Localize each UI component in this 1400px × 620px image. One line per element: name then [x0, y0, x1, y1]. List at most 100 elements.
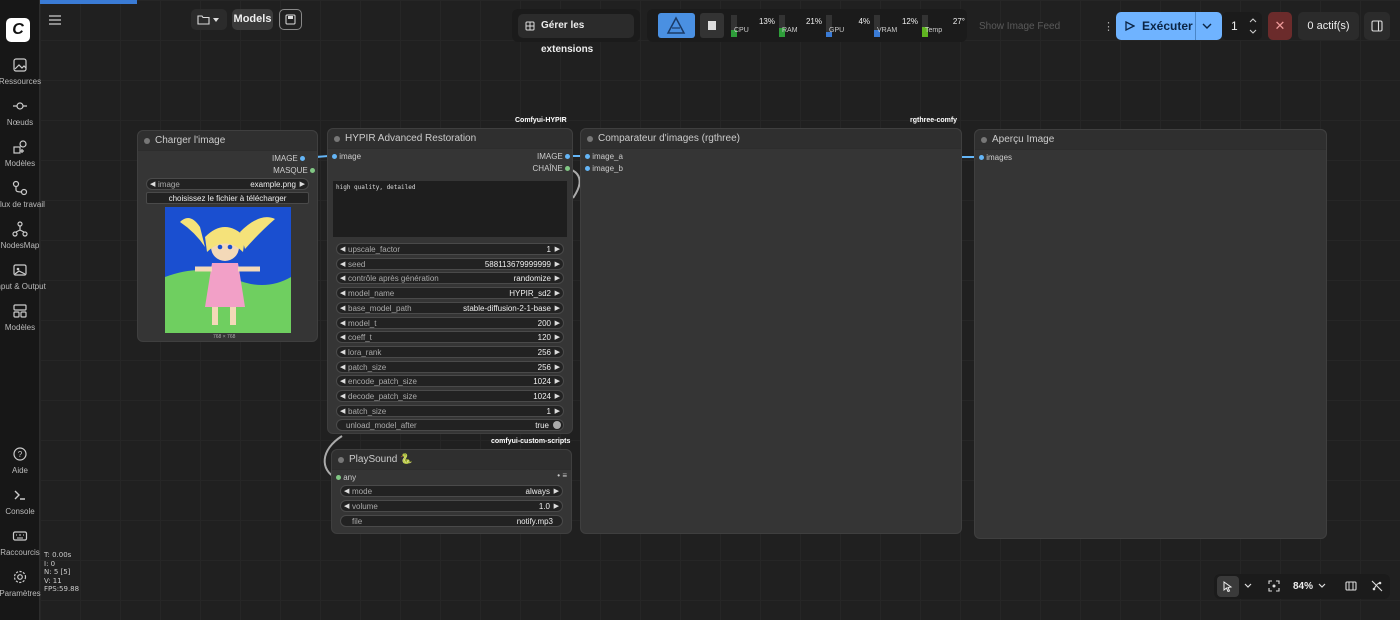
widget-value: 256 [537, 347, 551, 357]
arrow-right-icon[interactable]: ▶ [555, 273, 560, 284]
prompt-textarea[interactable]: high quality, detailed [333, 181, 567, 237]
stat-nodes: N: 5 [5] [44, 568, 71, 576]
arrow-right-icon[interactable]: ▶ [555, 376, 560, 387]
arrow-left-icon[interactable]: ◀ [340, 273, 345, 284]
stat-time: T: 0.00s [44, 551, 72, 559]
playsound-node[interactable]: PlaySound 🐍 any • ≡ ◀ mode always ▶ ◀ vo… [331, 449, 572, 534]
node-title[interactable]: Aperçu Image [975, 130, 1326, 150]
hypir-widget-model-t[interactable]: ◀ model_t 200 ▶ [336, 316, 564, 329]
arrow-right-icon[interactable]: ▶ [555, 259, 560, 270]
arrow-left-icon[interactable]: ◀ [340, 318, 345, 329]
load-image-node[interactable]: Charger l'image IMAGE MASQUE ◀ image exa… [137, 130, 318, 342]
arrow-right-icon[interactable]: ▶ [555, 318, 560, 329]
mode-widget[interactable]: ◀ mode always ▶ [340, 485, 563, 497]
arrow-left-icon[interactable]: ◀ [340, 288, 345, 299]
arrow-left-icon[interactable]: ◀ [340, 362, 345, 373]
hypir-widget-patch-size[interactable]: ◀ patch_size 256 ▶ [336, 360, 564, 373]
arrow-left-icon[interactable]: ◀ [340, 259, 345, 270]
widget-key: volume [352, 502, 378, 511]
arrow-right-icon[interactable]: ▶ [555, 362, 560, 373]
port-label: IMAGE [536, 152, 563, 161]
hypir-widget-contr-le-apr-s-g-n-ration[interactable]: ◀ contrôle après génération randomize ▶ [336, 272, 564, 285]
chevron-down-icon[interactable] [1318, 583, 1326, 589]
input-image-b-port[interactable]: image_b [585, 164, 623, 173]
output-image-port[interactable]: IMAGE [272, 154, 305, 163]
arrow-left-icon[interactable]: ◀ [344, 501, 349, 512]
preview-image-node[interactable]: Aperçu Image images [974, 129, 1327, 539]
arrow-left-icon[interactable]: ◀ [340, 303, 345, 314]
hypir-restoration-node[interactable]: HYPIR Advanced Restoration image IMAGE C… [327, 128, 573, 434]
widget-value: example.png [250, 180, 296, 189]
zoom-level[interactable]: 84% [1293, 581, 1313, 592]
node-title[interactable]: PlaySound 🐍 [332, 450, 571, 470]
minimap-icon[interactable] [1345, 580, 1357, 592]
arrow-right-icon[interactable]: ▶ [555, 332, 560, 343]
port-dot[interactable] [565, 154, 570, 160]
hypir-widget-base-model-path[interactable]: ◀ base_model_path stable-diffusion-2-1-bas… [336, 301, 564, 314]
node-title[interactable]: Comparateur d'images (rgthree) [581, 129, 961, 149]
hypir-widget-lora-rank[interactable]: ◀ lora_rank 256 ▶ [336, 345, 564, 358]
unload-model-toggle[interactable]: unload_model_after true [336, 419, 564, 431]
port-dot[interactable] [300, 156, 305, 162]
hypir-widget-upscale-factor[interactable]: ◀ upscale_factor 1 ▶ [336, 243, 564, 255]
output-mask-port[interactable]: MASQUE [273, 166, 315, 175]
hypir-widget-seed[interactable]: ◀ seed 588113679999999 ▶ [336, 257, 564, 270]
widget-key: lora_rank [348, 347, 382, 357]
output-string-port[interactable]: CHAÎNE [533, 164, 570, 173]
hypir-widget-model-name[interactable]: ◀ model_name HYPIR_sd2 ▶ [336, 287, 564, 300]
chevron-down-icon[interactable] [1244, 583, 1252, 589]
hide-links-icon[interactable] [1371, 580, 1383, 592]
arrow-left-icon[interactable]: ◀ [340, 391, 345, 402]
hypir-widget-batch-size[interactable]: ◀ batch_size 1 ▶ [336, 404, 564, 417]
input-images-port[interactable]: images [979, 153, 1012, 162]
port-dot[interactable] [310, 168, 315, 174]
arrow-left-icon[interactable]: ◀ [340, 347, 345, 358]
input-image-a-port[interactable]: image_a [585, 152, 623, 161]
node-title[interactable]: HYPIR Advanced Restoration [328, 129, 572, 149]
hypir-widget-decode-patch-size[interactable]: ◀ decode_patch_size 1024 ▶ [336, 390, 564, 402]
port-dot[interactable] [585, 166, 590, 172]
arrow-left-icon[interactable]: ◀ [340, 244, 345, 255]
arrow-left-icon[interactable]: ◀ [150, 179, 155, 190]
arrow-left-icon[interactable]: ◀ [340, 332, 345, 343]
port-dot[interactable] [336, 475, 341, 481]
port-dot[interactable] [979, 155, 984, 161]
arrow-right-icon[interactable]: ▶ [555, 303, 560, 314]
select-mode-button[interactable] [1217, 576, 1239, 597]
hypir-widget-encode-patch-size[interactable]: ◀ encode_patch_size 1024 ▶ [336, 375, 564, 388]
arrow-left-icon[interactable]: ◀ [340, 376, 345, 387]
arrow-left-icon[interactable]: ◀ [340, 406, 345, 417]
arrow-right-icon[interactable]: ▶ [554, 501, 559, 512]
hypir-widget-coeff-t[interactable]: ◀ coeff_t 120 ▶ [336, 331, 564, 344]
input-image-port[interactable]: image [332, 152, 361, 161]
arrow-right-icon[interactable]: ▶ [555, 244, 560, 255]
widget-value: 1024 [533, 392, 551, 401]
arrow-right-icon[interactable]: ▶ [554, 486, 559, 497]
widget-value: stable-diffusion-2-1-base [463, 303, 551, 313]
volume-widget[interactable]: ◀ volume 1.0 ▶ [340, 500, 563, 512]
file-widget[interactable]: file notify.mp3 [340, 515, 563, 527]
image-comparer-node[interactable]: Comparateur d'images (rgthree) image_a i… [580, 128, 962, 534]
arrow-left-icon[interactable]: ◀ [344, 486, 349, 497]
widget-key: coeff_t [348, 333, 372, 343]
node-title[interactable]: Charger l'image [138, 131, 317, 151]
node-options-icon[interactable]: • ≡ [557, 471, 567, 480]
port-dot[interactable] [565, 166, 570, 172]
port-dot[interactable] [332, 154, 337, 160]
port-dot[interactable] [585, 154, 590, 160]
arrow-right-icon[interactable]: ▶ [555, 288, 560, 299]
input-any-port[interactable]: any [336, 473, 356, 482]
upload-button[interactable]: choisissez le fichier à télécharger [146, 192, 309, 204]
arrow-right-icon[interactable]: ▶ [300, 179, 305, 190]
node-source-tag: rgthree-comfy [910, 117, 958, 124]
widget-value: 256 [537, 362, 551, 372]
image-preview [165, 207, 291, 333]
image-combo-widget[interactable]: ◀ image example.png ▶ [146, 178, 309, 190]
output-image-port[interactable]: IMAGE [537, 152, 570, 161]
widget-key: decode_patch_size [348, 392, 417, 401]
arrow-right-icon[interactable]: ▶ [555, 406, 560, 417]
widget-value: 588113679999999 [484, 259, 551, 269]
fit-view-icon[interactable] [1268, 580, 1280, 592]
arrow-right-icon[interactable]: ▶ [555, 347, 560, 358]
arrow-right-icon[interactable]: ▶ [555, 391, 560, 402]
